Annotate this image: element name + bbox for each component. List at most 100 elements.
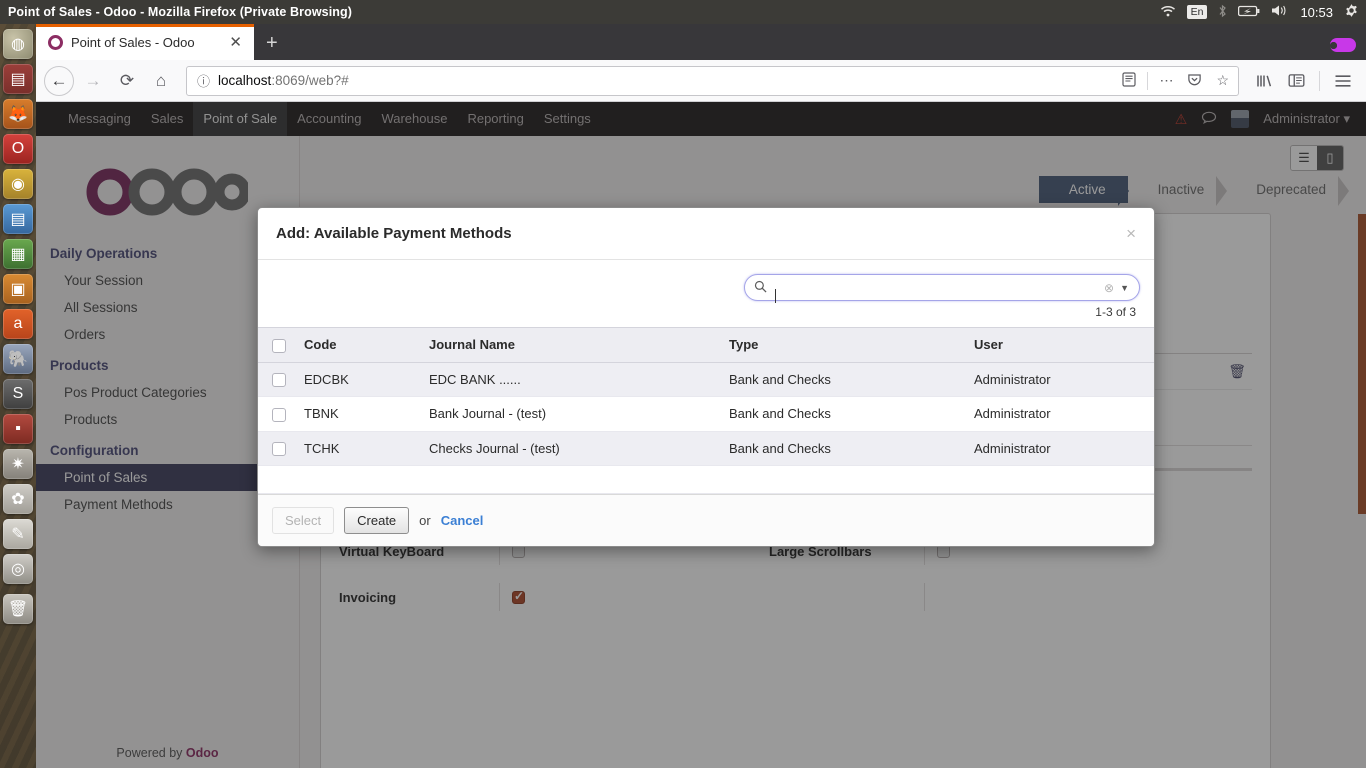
row-select-cell[interactable]	[258, 397, 296, 432]
libreoffice-impress-icon[interactable]: ▣	[3, 274, 33, 304]
bluetooth-icon[interactable]	[1218, 4, 1227, 21]
back-button[interactable]: ←	[44, 66, 74, 96]
postgresql-icon[interactable]: 🐘	[3, 344, 33, 374]
disks-icon[interactable]: ◎	[3, 554, 33, 584]
ubuntu-dash-icon[interactable]: ◍	[3, 29, 33, 59]
ubuntu-top-panel: Point of Sales - Odoo - Mozilla Firefox …	[0, 0, 1366, 24]
trash-icon[interactable]: 🗑	[3, 594, 33, 624]
libreoffice-calc-icon-glyph: ▦	[3, 239, 33, 269]
opera-icon[interactable]: O	[3, 134, 33, 164]
firefox-icon-glyph: 🦊	[3, 99, 33, 129]
dialog-footer: Select Create or Cancel	[258, 494, 1154, 546]
pocket-icon[interactable]	[1184, 72, 1205, 90]
available-payment-methods-table: CodeJournal NameTypeUser EDCBKEDC BANK .…	[258, 327, 1154, 494]
column-header-code[interactable]: Code	[296, 328, 421, 363]
table-row[interactable]: EDCBKEDC BANK ......Bank and ChecksAdmin…	[258, 362, 1154, 397]
sublime-text-icon[interactable]: S	[3, 379, 33, 409]
text-editor-icon[interactable]: ✎	[3, 519, 33, 549]
create-button[interactable]: Create	[344, 507, 409, 534]
table-header-row: CodeJournal NameTypeUser	[258, 328, 1154, 363]
info-icon[interactable]: ⓘ	[197, 71, 210, 90]
search-icon	[754, 280, 767, 296]
disks-icon-glyph: ◎	[3, 554, 33, 584]
cell-code: TBNK	[296, 397, 421, 432]
cell-type: Bank and Checks	[721, 397, 966, 432]
postgresql-icon-glyph: 🐘	[3, 344, 33, 374]
amazon-icon-glyph: a	[3, 309, 33, 339]
reload-button[interactable]: ⟳	[112, 66, 142, 96]
photos-icon[interactable]: ✿	[3, 484, 33, 514]
row-select-cell[interactable]	[258, 362, 296, 397]
libreoffice-impress-icon-glyph: ▣	[3, 274, 33, 304]
ubuntu-launcher: ◍ ▤ 🦊 O ◉ ▤ ▦ ▣ a 🐘 S ▪ ✷ ✿ ✎ ◎ 🗑	[0, 24, 36, 768]
column-header-type[interactable]: Type	[721, 328, 966, 363]
star-icon[interactable]: ☆	[1213, 72, 1232, 89]
text-editor-icon-glyph: ✎	[3, 519, 33, 549]
select-all-checkbox[interactable]	[272, 339, 286, 353]
opera-icon-glyph: O	[3, 134, 33, 164]
new-tab-button[interactable]: +	[254, 33, 290, 53]
table-spacer-row	[258, 466, 1154, 494]
firefox-icon[interactable]: 🦊	[3, 99, 33, 129]
hamburger-menu-icon[interactable]	[1328, 66, 1358, 96]
browser-tab[interactable]: Point of Sales - Odoo ✕	[36, 24, 254, 60]
libreoffice-calc-icon[interactable]: ▦	[3, 239, 33, 269]
ubuntu-dash-icon-glyph: ◍	[3, 29, 33, 59]
address-bar[interactable]: ⓘ localhost:8069/web?# ⋯ ☆	[186, 66, 1239, 96]
browser-tab-strip: Point of Sales - Odoo ✕ +	[36, 24, 1366, 60]
clock[interactable]: 10:53	[1300, 5, 1333, 20]
toolbar-divider	[1319, 71, 1320, 91]
column-header-user[interactable]: User	[966, 328, 1154, 363]
odoo-application: MessagingSalesPoint of SaleAccountingWar…	[36, 102, 1366, 768]
files-icon[interactable]: ▤	[3, 64, 33, 94]
system-settings-icon[interactable]: ✷	[3, 449, 33, 479]
keyboard-layout-indicator[interactable]: En	[1187, 5, 1208, 19]
dialog-header: Add: Available Payment Methods ×	[258, 208, 1154, 260]
chrome-icon-glyph: ◉	[3, 169, 33, 199]
browser-navigation-bar: ← → ⟳ ⌂ ⓘ localhost:8069/web?# ⋯ ☆	[36, 60, 1366, 102]
select-all-header[interactable]	[258, 328, 296, 363]
gear-icon[interactable]	[1344, 3, 1359, 21]
search-input[interactable]: ⊗ ▼	[744, 274, 1140, 301]
window-title: Point of Sales - Odoo - Mozilla Firefox …	[0, 5, 352, 19]
trash-icon-glyph: 🗑	[3, 594, 33, 624]
wifi-icon[interactable]	[1160, 5, 1176, 20]
ellipsis-icon[interactable]: ⋯	[1156, 72, 1176, 89]
toolbar-divider	[1147, 72, 1148, 90]
select-button[interactable]: Select	[272, 507, 334, 534]
url-text: localhost:8069/web?#	[218, 73, 1111, 88]
libreoffice-writer-icon[interactable]: ▤	[3, 204, 33, 234]
clear-icon[interactable]: ⊗	[1104, 281, 1114, 295]
table-row[interactable]: TCHKChecks Journal - (test)Bank and Chec…	[258, 431, 1154, 466]
add-payment-methods-dialog: Add: Available Payment Methods × ⊗ ▼ 1-3…	[257, 207, 1155, 547]
browser-toolbar-right	[1249, 66, 1358, 96]
column-header-journal-name[interactable]: Journal Name	[421, 328, 721, 363]
row-select-cell[interactable]	[258, 431, 296, 466]
volume-icon[interactable]	[1271, 4, 1289, 20]
close-icon[interactable]: ✕	[226, 35, 245, 50]
system-tray: En 10:53	[1160, 3, 1366, 21]
amazon-icon[interactable]: a	[3, 309, 33, 339]
library-icon[interactable]	[1249, 66, 1279, 96]
cancel-link[interactable]: Cancel	[441, 513, 484, 528]
dialog-title: Add: Available Payment Methods	[276, 225, 512, 242]
home-button[interactable]: ⌂	[146, 66, 176, 96]
reader-view-icon[interactable]	[1119, 72, 1139, 90]
row-checkbox[interactable]	[272, 373, 286, 387]
row-checkbox[interactable]	[272, 442, 286, 456]
battery-charging-icon[interactable]	[1238, 5, 1260, 20]
libreoffice-writer-icon-glyph: ▤	[3, 204, 33, 234]
cell-user: Administrator	[966, 431, 1154, 466]
terminal-icon[interactable]: ▪	[3, 414, 33, 444]
row-checkbox[interactable]	[272, 408, 286, 422]
table-row[interactable]: TBNKBank Journal - (test)Bank and Checks…	[258, 397, 1154, 432]
firefox-window: Point of Sales - Odoo ✕ + ← → ⟳ ⌂ ⓘ loca…	[36, 24, 1366, 768]
tab-title: Point of Sales - Odoo	[71, 35, 218, 50]
forward-button[interactable]: →	[78, 66, 108, 96]
chevron-down-icon[interactable]: ▼	[1120, 283, 1129, 293]
spacer-cell	[258, 466, 1154, 494]
close-icon[interactable]: ×	[1126, 225, 1136, 242]
chrome-icon[interactable]: ◉	[3, 169, 33, 199]
sidebar-icon[interactable]	[1281, 66, 1311, 96]
sublime-text-icon-glyph: S	[3, 379, 33, 409]
